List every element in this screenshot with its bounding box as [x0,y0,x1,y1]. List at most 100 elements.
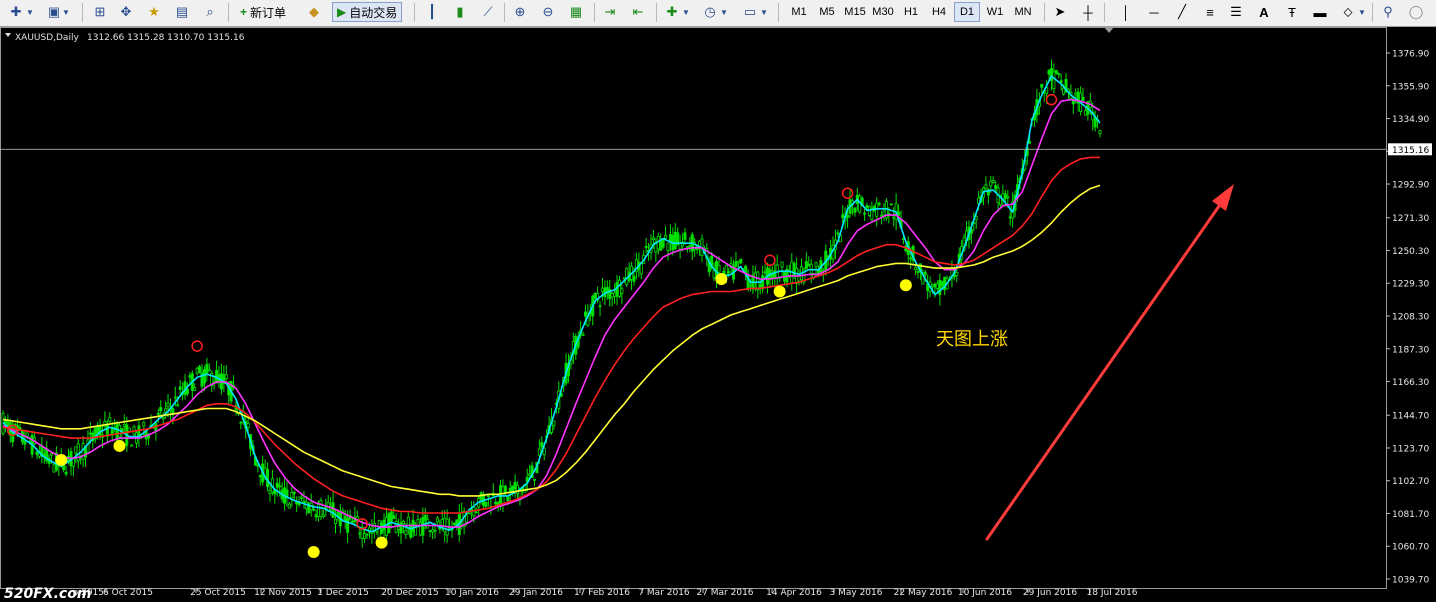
signal-dot [715,273,728,286]
candle-body [836,232,840,235]
new-order-button[interactable]: + 新订单 [236,2,290,22]
candle-body [734,261,738,267]
candle-body [622,277,626,280]
market-watch-icon[interactable]: ⊞ [90,2,110,22]
rectangle-icon[interactable]: ▬ [1310,2,1330,22]
vertical-line-icon[interactable]: │ [1116,2,1136,22]
candle-body [841,214,845,219]
candle-body [664,234,668,239]
toolbar: ✚ ▼ ▣ ▼ ⊞ ✥ ★ ▤ ⌕ + 新订单 ◆ ▶ 自动交易 ┃ ▮ ⟋ ⊕… [0,0,1436,27]
cursor-icon[interactable]: ➤ [1050,2,1070,22]
templates-icon[interactable]: ▭ [740,2,760,22]
chevron-down-icon[interactable]: ▼ [60,2,72,22]
candle-body [1040,83,1044,88]
timeframe-m30[interactable]: M30 [870,2,896,22]
candle-body [324,506,328,509]
symbol-label: XAUUSD,Daily [15,33,79,43]
x-tick-label: 25 Oct 2015 [190,588,246,598]
chevron-down-icon[interactable]: ▼ [758,2,770,22]
y-tick-label: 1376.90 [1392,50,1429,60]
chat-icon[interactable]: ◯ [1406,2,1426,22]
candle-body [185,388,189,394]
candle-body [761,275,765,290]
candle-body [1098,129,1102,135]
candle-body [198,366,202,373]
candle-body [717,264,721,273]
metaeditor-icon[interactable]: ◆ [304,2,324,22]
candle-body [955,272,959,276]
tile-windows-icon[interactable]: ▦ [566,2,586,22]
candle-body [668,234,672,242]
arrows-icon[interactable]: ⬦ [1338,2,1358,22]
new-chart-icon[interactable]: ✚ [6,2,26,22]
chevron-down-icon[interactable]: ▼ [718,2,730,22]
indicators-icon[interactable]: ✚ [662,2,682,22]
horizontal-line-icon[interactable]: ─ [1144,2,1164,22]
candle-body [506,496,510,502]
candle-body [722,270,726,274]
bar-chart-icon[interactable]: ┃ [422,2,442,22]
chart-shift-icon[interactable]: ⇤ [628,2,648,22]
y-tick-label: 1123.70 [1392,444,1429,454]
candle-body [528,473,532,476]
candlestick-icon[interactable]: ▮ [450,2,470,22]
chevron-down-icon[interactable]: ▼ [1356,2,1368,22]
equidistant-channel-icon[interactable]: ≡ [1200,2,1220,22]
candle-body [889,203,893,206]
timeframe-d1[interactable]: D1 [954,2,980,22]
terminal-icon[interactable]: ▤ [172,2,192,22]
timeframe-m15[interactable]: M15 [842,2,868,22]
autoscroll-icon[interactable]: ⇥ [600,2,620,22]
timeframe-mn[interactable]: MN [1010,2,1036,22]
x-tick-label: 18 Jul 2016 [1087,588,1138,598]
candle-body [1059,80,1063,83]
chevron-down-icon[interactable]: ▼ [680,2,692,22]
candle-body [52,464,56,473]
price-chart[interactable]: 1376.901355.901334.901313.901292.901271.… [0,27,1436,602]
candle-body [166,402,170,408]
chart-canvas[interactable]: 1376.901355.901334.901313.901292.901271.… [0,27,1436,602]
auto-trading-button[interactable]: ▶ 自动交易 [332,2,403,22]
trendline-icon[interactable]: ╱ [1172,2,1192,22]
candle-body [867,206,871,216]
timeframe-m5[interactable]: M5 [814,2,840,22]
timeframe-m1[interactable]: M1 [786,2,812,22]
candle-body [683,232,687,240]
text-icon[interactable]: A [1254,2,1274,22]
x-tick-label: 14 Apr 2016 [766,588,822,598]
timeframe-h4[interactable]: H4 [926,2,952,22]
candle-body [651,237,655,240]
crosshair-data-icon[interactable]: ✥ [116,2,136,22]
candle-body [1008,216,1012,219]
candle-body [312,508,316,511]
candle-body [431,529,435,533]
fibonacci-icon[interactable]: ☰ [1226,2,1246,22]
auto-trading-label: 自动交易 [349,5,398,20]
candle-body [880,214,884,217]
new-order-icon: + [240,5,248,19]
search-icon[interactable]: ⚲ [1378,2,1398,22]
navigator-icon[interactable]: ★ [144,2,164,22]
candle-body [1057,73,1061,75]
candle-body [193,387,197,391]
strategy-tester-icon[interactable]: ⌕ [200,2,220,22]
candle-body [333,518,337,525]
zoom-out-icon[interactable]: ⊖ [538,2,558,22]
zoom-in-icon[interactable]: ⊕ [510,2,530,22]
periods-icon[interactable]: ◷ [700,2,720,22]
candle-body [275,482,279,488]
candle-body [484,501,488,507]
timeframe-h1[interactable]: H1 [898,2,924,22]
timeframe-w1[interactable]: W1 [982,2,1008,22]
candle-body [224,374,228,379]
x-tick-label: 10 Jun 2016 [958,588,1012,598]
chevron-down-icon[interactable]: ▼ [24,2,36,22]
line-chart-icon[interactable]: ⟋ [478,2,498,22]
candle-body [205,363,209,374]
candle-body [494,501,498,505]
text-label-icon[interactable]: Ŧ [1282,2,1302,22]
candle-body [804,261,808,270]
crosshair-icon[interactable]: ┼ [1078,2,1098,22]
candle-body [1047,69,1051,75]
candle-body [287,503,291,509]
